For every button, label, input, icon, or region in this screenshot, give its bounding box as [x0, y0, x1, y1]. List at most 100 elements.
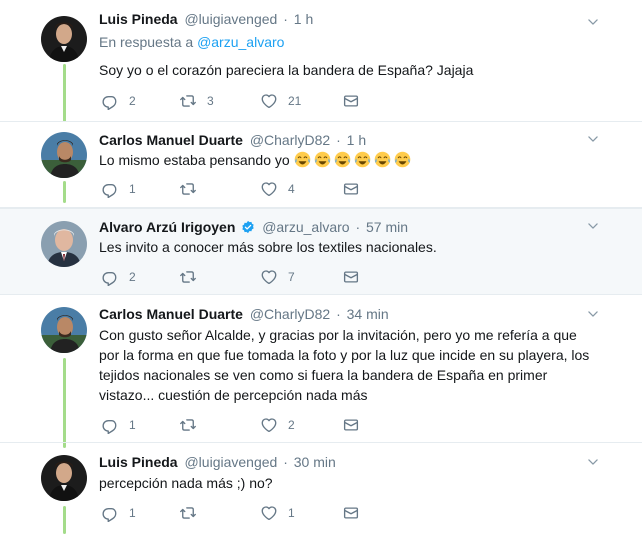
- tweet-timestamp[interactable]: 1 h: [347, 132, 366, 148]
- reply-count: 1: [129, 506, 136, 520]
- like-button[interactable]: 7: [260, 267, 295, 287]
- author-name[interactable]: Luis Pineda: [99, 11, 178, 27]
- envelope-icon: [342, 92, 360, 110]
- direct-message-button[interactable]: [342, 179, 360, 199]
- chevron-down-icon[interactable]: [586, 132, 600, 146]
- tweet[interactable]: Carlos Manuel Duarte @CharlyD82 · 34 min…: [0, 295, 642, 443]
- reply-mention-link[interactable]: @arzu_alvaro: [197, 34, 284, 50]
- reply-count: 1: [129, 418, 136, 432]
- separator-dot: ·: [336, 306, 341, 322]
- retweet-icon: [179, 180, 197, 198]
- tweet-text-line: por la forma en que fue tomada la foto y…: [99, 347, 590, 363]
- like-button[interactable]: 21: [260, 91, 301, 111]
- heart-icon: [260, 92, 278, 110]
- envelope-icon: [342, 504, 360, 522]
- author-name[interactable]: Carlos Manuel Duarte: [99, 306, 243, 322]
- reply-icon: [101, 504, 119, 522]
- author-username[interactable]: @CharlyD82: [250, 132, 330, 148]
- avatar[interactable]: [41, 455, 87, 501]
- retweet-count: 3: [207, 94, 214, 108]
- emoji-row: [294, 152, 414, 168]
- author-username[interactable]: @CharlyD82: [250, 306, 330, 322]
- tweet-text-line: vistazo... cuestión de percepción nada m…: [99, 387, 368, 403]
- like-button[interactable]: 2: [260, 415, 295, 435]
- reply-button[interactable]: 1: [101, 503, 136, 523]
- chevron-down-icon[interactable]: [586, 219, 600, 233]
- reply-button[interactable]: 2: [101, 267, 136, 287]
- retweet-button[interactable]: [179, 179, 207, 199]
- tweet-timestamp[interactable]: 34 min: [347, 306, 389, 322]
- tweet[interactable]: Luis Pineda @luigiavenged · 30 min perce…: [0, 443, 642, 534]
- avatar[interactable]: [41, 132, 87, 178]
- retweet-icon: [179, 268, 197, 286]
- envelope-icon: [342, 180, 360, 198]
- like-count: 4: [288, 182, 295, 196]
- tweet-text-line: tejidos nacionales se ven como si fuera …: [99, 367, 548, 383]
- author-name[interactable]: Carlos Manuel Duarte: [99, 132, 243, 148]
- reply-icon: [101, 416, 119, 434]
- tweet[interactable]: Carlos Manuel Duarte @CharlyD82 · 1 h Lo…: [0, 122, 642, 208]
- tears-of-joy-emoji-icon: [294, 151, 311, 168]
- author-username[interactable]: @luigiavenged: [184, 11, 277, 27]
- chevron-down-icon[interactable]: [586, 15, 600, 29]
- retweet-button[interactable]: [179, 503, 207, 523]
- avatar[interactable]: [41, 307, 87, 353]
- reply-context: En respuesta a @arzu_alvaro: [99, 32, 622, 52]
- retweet-button[interactable]: [179, 267, 207, 287]
- heart-icon: [260, 416, 278, 434]
- separator-dot: ·: [336, 132, 341, 148]
- avatar[interactable]: [41, 221, 87, 267]
- reply-button[interactable]: 2: [101, 91, 136, 111]
- retweet-icon: [179, 92, 197, 110]
- verified-badge-icon: [241, 220, 255, 234]
- direct-message-button[interactable]: [342, 503, 360, 523]
- retweet-button[interactable]: [179, 415, 207, 435]
- tweet-text: Soy yo o el corazón pareciera la bandera…: [99, 62, 474, 78]
- envelope-icon: [342, 268, 360, 286]
- tweet-timestamp[interactable]: 30 min: [294, 454, 336, 470]
- heart-icon: [260, 268, 278, 286]
- reply-icon: [101, 180, 119, 198]
- author-name[interactable]: Luis Pineda: [99, 454, 178, 470]
- reply-icon: [101, 92, 119, 110]
- author-username[interactable]: @arzu_alvaro: [262, 219, 349, 235]
- tweet[interactable]: Luis Pineda @luigiavenged · 1 h En respu…: [0, 0, 642, 122]
- separator-dot: ·: [283, 454, 288, 470]
- like-count: 2: [288, 418, 295, 432]
- avatar[interactable]: [41, 16, 87, 62]
- reply-button[interactable]: 1: [101, 179, 136, 199]
- author-name[interactable]: Alvaro Arzú Irigoyen: [99, 219, 235, 235]
- direct-message-button[interactable]: [342, 91, 360, 111]
- tweet-timestamp[interactable]: 1 h: [294, 11, 313, 27]
- chevron-down-icon[interactable]: [586, 455, 600, 469]
- direct-message-button[interactable]: [342, 267, 360, 287]
- tweet-text: Les invito a conocer más sobre los texti…: [99, 239, 437, 255]
- reply-prefix: En respuesta a: [99, 34, 194, 50]
- like-count: 21: [288, 94, 302, 108]
- separator-dot: ·: [283, 11, 288, 27]
- like-button[interactable]: 1: [260, 503, 295, 523]
- heart-icon: [260, 504, 278, 522]
- tears-of-joy-emoji-icon: [334, 151, 351, 168]
- tweet-highlighted[interactable]: Alvaro Arzú Irigoyen @arzu_alvaro · 57 m…: [0, 208, 642, 295]
- envelope-icon: [342, 416, 360, 434]
- heart-icon: [260, 180, 278, 198]
- retweet-icon: [179, 504, 197, 522]
- reply-count: 2: [129, 94, 136, 108]
- separator-dot: ·: [355, 219, 361, 235]
- chevron-down-icon[interactable]: [586, 307, 600, 321]
- tears-of-joy-emoji-icon: [394, 151, 411, 168]
- retweet-icon: [179, 416, 197, 434]
- tears-of-joy-emoji-icon: [354, 151, 371, 168]
- tweet-timestamp[interactable]: 57 min: [366, 219, 408, 235]
- tweet-text: percepción nada más ;) no?: [99, 475, 273, 491]
- reply-button[interactable]: 1: [101, 415, 136, 435]
- author-username[interactable]: @luigiavenged: [184, 454, 277, 470]
- direct-message-button[interactable]: [342, 415, 360, 435]
- reply-count: 2: [129, 270, 136, 284]
- tweet-text: Lo mismo estaba pensando yo: [99, 150, 622, 170]
- like-count: 1: [288, 506, 295, 520]
- tweet-text-line: Con gusto señor Alcalde, y gracias por l…: [99, 327, 577, 343]
- retweet-button[interactable]: 3: [179, 91, 214, 111]
- like-button[interactable]: 4: [260, 179, 295, 199]
